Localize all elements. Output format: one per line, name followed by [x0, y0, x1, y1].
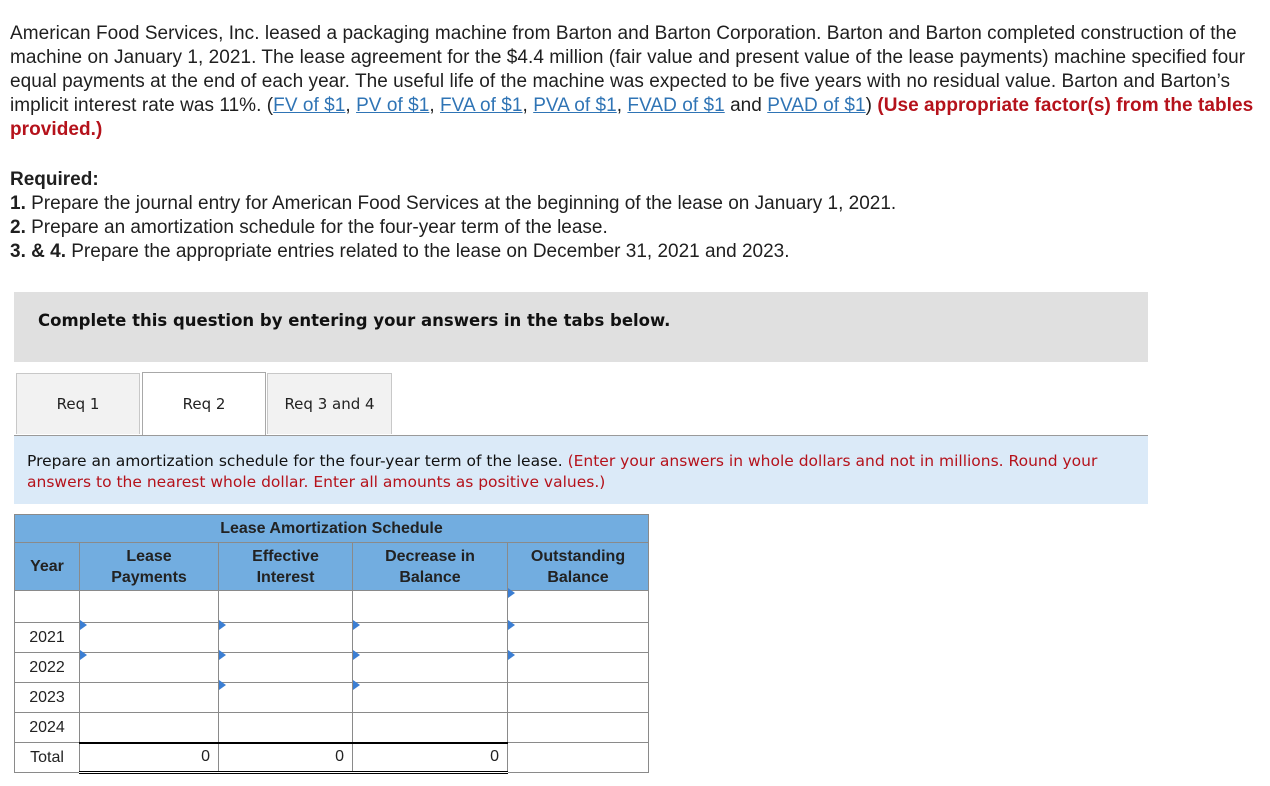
effective-interest-2021-input[interactable]: [219, 628, 352, 647]
lease-payment-cell: [79, 620, 219, 653]
total-lease-payments: 0: [79, 741, 219, 774]
required-section: Required: 1. Prepare the journal entry f…: [10, 168, 1260, 264]
decrease-cell: [352, 680, 508, 713]
total-label: Total: [14, 742, 80, 773]
column-header-outstanding-balance: Outstanding Balance: [507, 542, 649, 591]
empty-cell: [507, 712, 649, 743]
link-fvad-of-1[interactable]: FVAD of $1: [627, 95, 724, 116]
year-cell: [14, 590, 80, 623]
outstanding-balance-initial-input[interactable]: [508, 591, 648, 622]
lease-payment-2021-input[interactable]: [80, 628, 218, 647]
column-header-effective-interest: Effective Interest: [218, 542, 353, 591]
total-decrease-in-balance: 0: [352, 741, 508, 774]
required-heading: Required:: [10, 169, 99, 190]
tab-req-1[interactable]: Req 1: [16, 373, 140, 434]
effective-interest-2022-input[interactable]: [219, 658, 352, 677]
tab-req-3-and-4[interactable]: Req 3 and 4: [267, 373, 392, 434]
tab-req-2[interactable]: Req 2: [142, 372, 266, 435]
required-item-2: 2. Prepare an amortization schedule for …: [10, 217, 608, 238]
tab-instructions: Prepare an amortization schedule for the…: [14, 435, 1148, 504]
year-cell: 2022: [14, 652, 80, 683]
effective-interest-2023-input[interactable]: [219, 688, 352, 707]
outstanding-cell: [507, 620, 649, 653]
link-fv-of-1[interactable]: FV of $1: [273, 95, 345, 116]
table-row-2023: 2023: [14, 680, 649, 713]
table-row-initial: [14, 588, 649, 623]
table-row-2022: 2022: [14, 650, 649, 683]
lease-payment-cell: [79, 650, 219, 683]
table-row-2024: 2024: [14, 712, 649, 743]
instruction-banner: Complete this question by entering your …: [14, 292, 1148, 362]
required-item-1: 1. Prepare the journal entry for America…: [10, 193, 897, 214]
empty-cell: [79, 712, 219, 743]
outstanding-balance-2022-input[interactable]: [508, 658, 648, 677]
link-pva-of-1[interactable]: PVA of $1: [533, 95, 617, 116]
outstanding-balance-initial-cell: [507, 588, 649, 623]
table-row-total: Total 0 0 0: [14, 741, 649, 774]
effective-interest-cell: [218, 620, 353, 653]
schedule-title: Lease Amortization Schedule: [14, 514, 649, 543]
effective-interest-cell: [218, 650, 353, 683]
year-cell: 2024: [14, 712, 80, 743]
decrease-cell: [352, 650, 508, 683]
empty-cell: [507, 742, 649, 773]
decrease-in-balance-2021-input[interactable]: [353, 628, 507, 647]
instructions-main: Prepare an amortization schedule for the…: [27, 452, 568, 470]
column-header-lease-payments: Lease Payments: [79, 542, 219, 591]
column-header-decrease-in-balance: Decrease in Balance: [352, 542, 508, 591]
empty-cell: [352, 590, 508, 623]
problem-statement: American Food Services, Inc. leased a pa…: [10, 23, 1254, 140]
decrease-cell: [352, 620, 508, 653]
link-pv-of-1[interactable]: PV of $1: [356, 95, 429, 116]
outstanding-cell: [507, 650, 649, 683]
year-cell: 2023: [14, 682, 80, 713]
total-effective-interest: 0: [218, 741, 353, 774]
banner-text: Complete this question by entering your …: [38, 311, 671, 330]
empty-cell: [507, 682, 649, 713]
decrease-in-balance-2022-input[interactable]: [353, 658, 507, 677]
outstanding-balance-2021-input[interactable]: [508, 628, 648, 647]
table-row-2021: 2021: [14, 620, 649, 653]
column-header-year: Year: [14, 542, 80, 591]
empty-cell: [79, 590, 219, 623]
empty-cell: [352, 712, 508, 743]
empty-cell: [218, 590, 353, 623]
required-item-3-4: 3. & 4. Prepare the appropriate entries …: [10, 241, 790, 262]
link-fva-of-1[interactable]: FVA of $1: [440, 95, 522, 116]
effective-interest-cell: [218, 680, 353, 713]
lease-amortization-schedule: Lease Amortization Schedule Year Lease P…: [14, 514, 649, 774]
link-pvad-of-1[interactable]: PVAD of $1: [767, 95, 865, 116]
year-cell: 2021: [14, 622, 80, 653]
empty-cell: [79, 682, 219, 713]
lease-payment-2022-input[interactable]: [80, 658, 218, 677]
decrease-in-balance-2023-input[interactable]: [353, 688, 507, 707]
empty-cell: [218, 712, 353, 743]
